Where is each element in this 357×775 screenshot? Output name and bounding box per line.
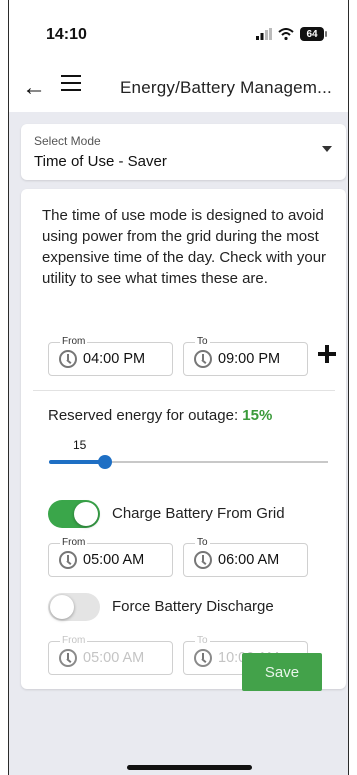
reserve-slider-value: 15 bbox=[73, 438, 87, 452]
clock-icon bbox=[194, 551, 212, 569]
back-arrow-icon[interactable]: ← bbox=[22, 74, 46, 102]
reserve-slider-thumb[interactable] bbox=[97, 455, 112, 469]
content-area: Select Mode Time of Use - Saver The time… bbox=[9, 112, 348, 775]
charge-to-label: To bbox=[195, 537, 210, 549]
reserve-slider-fill bbox=[49, 460, 105, 464]
chevron-down-icon bbox=[322, 146, 332, 152]
discharge-from-label: From bbox=[60, 635, 88, 647]
clock-icon bbox=[59, 551, 77, 569]
add-schedule-plus-icon[interactable] bbox=[317, 344, 337, 364]
reserve-energy-label: Reserved energy for outage: 15% bbox=[48, 407, 272, 424]
schedule-to-label: To bbox=[195, 336, 210, 348]
charge-to-field[interactable]: To 06:00 AM bbox=[183, 537, 308, 577]
clock-icon bbox=[59, 649, 77, 667]
reserve-energy-percent: 15% bbox=[242, 407, 273, 424]
schedule-from-label: From bbox=[60, 336, 88, 348]
schedule-from-value: 04:00 PM bbox=[83, 351, 146, 367]
charge-from-label: From bbox=[60, 537, 88, 549]
mode-select-value: Time of Use - Saver bbox=[34, 153, 167, 170]
status-bar: 14:10 64 bbox=[9, 0, 348, 66]
wifi-icon bbox=[278, 28, 294, 40]
divider bbox=[33, 390, 335, 391]
force-discharge-toggle[interactable] bbox=[48, 593, 100, 621]
mode-settings-card: The time of use mode is designed to avoi… bbox=[21, 189, 346, 689]
status-icons: 64 bbox=[256, 27, 327, 41]
clock-icon bbox=[194, 350, 212, 368]
charge-from-grid-toggle[interactable] bbox=[48, 500, 100, 528]
charge-from-field[interactable]: From 05:00 AM bbox=[48, 537, 173, 577]
battery-icon: 64 bbox=[300, 27, 327, 41]
schedule-from-field[interactable]: From 04:00 PM bbox=[48, 336, 173, 376]
discharge-from-value: 05:00 AM bbox=[83, 650, 145, 666]
mode-select[interactable]: Select Mode Time of Use - Saver bbox=[21, 124, 346, 180]
reserve-energy-text: Reserved energy for outage: bbox=[48, 407, 239, 424]
toggle-knob bbox=[50, 595, 74, 619]
home-indicator bbox=[127, 765, 252, 770]
mode-description: The time of use mode is designed to avoi… bbox=[42, 207, 327, 287]
clock-icon bbox=[59, 350, 77, 368]
discharge-to-label: To bbox=[195, 635, 210, 647]
discharge-from-field: From 05:00 AM bbox=[48, 635, 173, 675]
charge-to-value: 06:00 AM bbox=[218, 552, 280, 568]
force-discharge-label: Force Battery Discharge bbox=[112, 598, 274, 615]
schedule-to-value: 09:00 PM bbox=[218, 351, 281, 367]
toggle-knob bbox=[74, 502, 98, 526]
save-button[interactable]: Save bbox=[242, 653, 322, 691]
phone-frame: 14:10 64 ← Energy/Battery Managem... Sel… bbox=[8, 0, 349, 775]
charge-from-grid-label: Charge Battery From Grid bbox=[112, 505, 285, 522]
signal-icon bbox=[256, 28, 272, 40]
status-time: 14:10 bbox=[46, 26, 87, 43]
mode-select-label: Select Mode bbox=[34, 134, 101, 148]
schedule-to-field[interactable]: To 09:00 PM bbox=[183, 336, 308, 376]
clock-icon bbox=[194, 649, 212, 667]
charge-from-value: 05:00 AM bbox=[83, 552, 145, 568]
hamburger-menu-icon[interactable] bbox=[61, 75, 81, 91]
page-title: Energy/Battery Managem... bbox=[120, 78, 332, 97]
app-bar: ← Energy/Battery Managem... bbox=[9, 66, 348, 112]
